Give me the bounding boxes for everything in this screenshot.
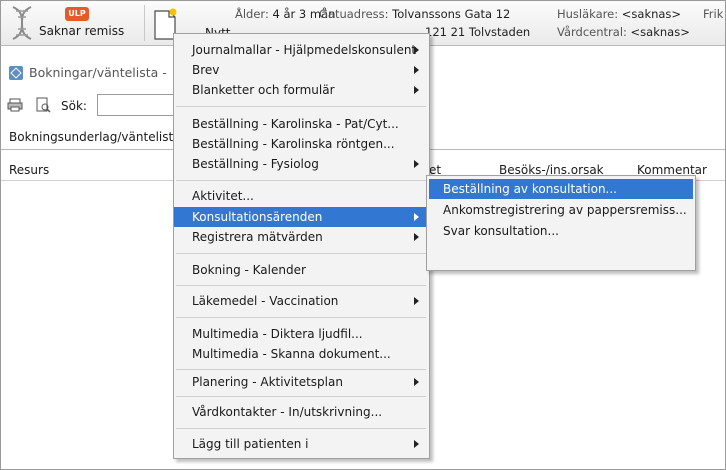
- menu-item-multimedia-diktera[interactable]: Multimedia - Diktera ljudfil...: [174, 324, 429, 344]
- menu-item-multimedia-skanna[interactable]: Multimedia - Skanna dokument...: [174, 344, 429, 364]
- menu-item-aktivitet[interactable]: Aktivitet...: [174, 186, 429, 206]
- gatuadress-info: Gatuadress: Tolvanssons Gata 12: [319, 7, 511, 21]
- menu-separator: [176, 285, 426, 286]
- truncated-label: Frik: [703, 7, 724, 21]
- menu-separator: [176, 369, 426, 370]
- submenu-arrow-icon: [414, 160, 419, 168]
- menu-item-bokning-kalender[interactable]: Bokning - Kalender: [174, 260, 429, 280]
- preview-icon[interactable]: [35, 97, 51, 113]
- menu-separator: [176, 106, 426, 107]
- submenu-item-svar-konsultation[interactable]: Svar konsultation...: [429, 221, 693, 241]
- menu-item-brev[interactable]: Brev: [174, 60, 429, 80]
- vardcentral-info: Vårdcentral: <saknas>: [557, 25, 690, 39]
- konsultation-submenu: Beställning av konsultation... Ankomstre…: [426, 175, 696, 271]
- menu-item-lagg-till-patienten[interactable]: Lägg till patienten i: [174, 434, 429, 454]
- application-window: ULP Saknar remiss Nytt Ålder: 4 år 3 mån…: [0, 0, 726, 470]
- menu-separator: [176, 253, 426, 254]
- menu-item-vardkontakter[interactable]: Vårdkontakter - In/utskrivning...: [174, 402, 429, 422]
- submenu-arrow-icon: [414, 46, 419, 54]
- menu-separator: [176, 317, 426, 318]
- ulp-badge[interactable]: ULP: [65, 7, 89, 21]
- context-menu: Journalmallar - Hjälpmedelskonsulent Bre…: [173, 33, 430, 459]
- tab-bokningsunderlag[interactable]: Bokningsunderlag/väntelista: [9, 130, 181, 144]
- search-input[interactable]: [97, 94, 185, 116]
- submenu-arrow-icon: [414, 297, 419, 305]
- menu-item-karolinska-rontgen[interactable]: Beställning - Karolinska röntgen...: [174, 134, 429, 154]
- menu-item-fysiolog[interactable]: Beställning - Fysiolog: [174, 154, 429, 174]
- print-icon[interactable]: [7, 97, 23, 113]
- menu-separator: [176, 428, 426, 429]
- menu-item-konsultationsarenden[interactable]: Konsultationsärenden: [174, 207, 429, 227]
- menu-item-karolinska-patcyt[interactable]: Beställning - Karolinska - Pat/Cyt...: [174, 114, 429, 134]
- menu-separator: [176, 180, 426, 181]
- submenu-arrow-icon: [414, 378, 419, 386]
- submenu-item-bestallning-konsultation[interactable]: Beställning av konsultation...: [429, 179, 693, 199]
- menu-item-planering[interactable]: Planering - Aktivitetsplan: [174, 372, 429, 392]
- column-resurs[interactable]: Resurs: [9, 163, 49, 177]
- divider: [144, 5, 145, 41]
- menu-item-lakemedel-vaccination[interactable]: Läkemedel - Vaccination: [174, 291, 429, 311]
- booking-title: Bokningar/väntelista -: [29, 65, 167, 80]
- menu-item-registrera-matvarden[interactable]: Registrera mätvärden: [174, 227, 429, 247]
- submenu-arrow-icon: [414, 233, 419, 241]
- menu-item-blanketter[interactable]: Blanketter och formulär: [174, 80, 429, 100]
- sok-label: Sök:: [61, 99, 87, 113]
- postort-info: 121 21 Tolvstaden: [425, 25, 531, 39]
- submenu-arrow-icon: [414, 213, 419, 221]
- submenu-arrow-icon: [414, 86, 419, 94]
- menu-separator: [176, 396, 426, 397]
- dna-icon[interactable]: [7, 5, 37, 41]
- submenu-item-ankomstregistrering[interactable]: Ankomstregistrering av pappersremiss...: [429, 200, 693, 220]
- saknar-remiss-label[interactable]: Saknar remiss: [39, 24, 124, 38]
- submenu-arrow-icon: [414, 440, 419, 448]
- booking-icon: [9, 66, 23, 80]
- submenu-arrow-icon: [414, 66, 419, 74]
- huslakare-info: Husläkare: <saknas>: [557, 7, 682, 21]
- menu-item-journalmallar[interactable]: Journalmallar - Hjälpmedelskonsulent: [174, 40, 429, 60]
